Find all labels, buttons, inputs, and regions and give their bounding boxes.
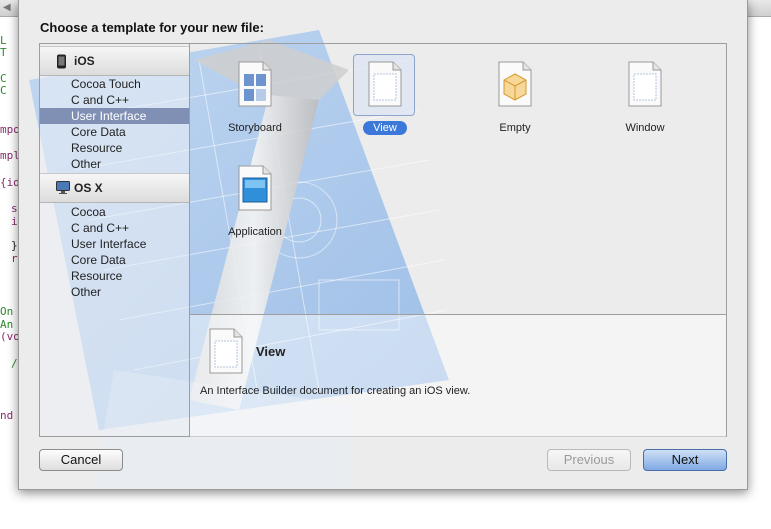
ios-device-icon <box>57 54 66 69</box>
dialog-title: Choose a template for your new file: <box>40 20 264 35</box>
template-storyboard[interactable]: Storyboard <box>207 48 303 138</box>
storyboard-icon <box>238 61 272 107</box>
sidebar-item-core-data[interactable]: Core Data <box>40 252 189 268</box>
template-detail-pane: View An Interface Builder document for c… <box>190 314 726 437</box>
template-label-wrap: View <box>337 121 433 135</box>
sidebar-item-label: C and C++ <box>71 93 130 107</box>
sidebar-item-user-interface[interactable]: User Interface <box>40 236 189 252</box>
template-label: Window <box>625 122 665 134</box>
code-line: } <box>11 239 18 252</box>
sidebar-item-cocoa[interactable]: Cocoa <box>40 204 189 220</box>
sidebar-item-c-and-cpp[interactable]: C and C++ <box>40 220 189 236</box>
code-line: mpo <box>0 123 20 136</box>
cancel-button[interactable]: Cancel <box>39 449 123 471</box>
window-file-icon <box>628 61 662 107</box>
template-window[interactable]: Window <box>597 48 693 138</box>
template-label: Application <box>228 226 282 238</box>
code-line: C <box>0 84 7 97</box>
sidebar-item-other[interactable]: Other <box>40 156 189 172</box>
sidebar-group-ios: iOS <box>40 46 189 76</box>
sidebar-item-label: User Interface <box>71 109 147 123</box>
code-line: (vo <box>0 330 20 343</box>
template-label: Storyboard <box>228 122 282 134</box>
template-label: View <box>363 121 407 135</box>
sidebar-item-label: Other <box>71 285 102 299</box>
sidebar-item-resource[interactable]: Resource <box>40 140 189 156</box>
sidebar-item-label: C and C++ <box>71 221 130 235</box>
sidebar-item-label: Resource <box>71 269 123 283</box>
template-label: Empty <box>499 122 531 134</box>
template-grid: Storyboard View Empty Window Application <box>190 44 726 314</box>
detail-title: View <box>256 344 286 359</box>
back-arrow-icon[interactable]: ◀ <box>3 2 11 13</box>
application-file-icon <box>238 165 272 211</box>
code-line: nd <box>0 409 14 422</box>
sidebar-item-cocoa-touch[interactable]: Cocoa Touch <box>40 76 189 92</box>
sidebar-group-label: OS X <box>74 181 103 195</box>
template-application[interactable]: Application <box>207 152 303 242</box>
template-empty[interactable]: Empty <box>467 48 563 138</box>
sidebar-item-label: Resource <box>71 141 123 155</box>
os-x-icon <box>56 181 70 194</box>
previous-button[interactable]: Previous <box>547 449 631 471</box>
next-button[interactable]: Next <box>643 449 727 471</box>
new-file-template-sheet: Choose a template for your new file: iOS… <box>18 0 748 490</box>
code-line: mpl <box>0 149 20 162</box>
sidebar-item-label: Other <box>71 157 102 171</box>
sidebar-group-os-x: OS X <box>40 173 189 203</box>
code-line: r <box>11 252 18 265</box>
sidebar-item-label: User Interface <box>71 237 147 251</box>
sidebar-item-other[interactable]: Other <box>40 284 189 300</box>
code-line: On <box>0 305 14 318</box>
sidebar-item-c-and-cpp[interactable]: C and C++ <box>40 92 189 108</box>
view-file-icon <box>368 61 402 107</box>
code-line: s <box>11 202 18 215</box>
code-line: T <box>0 46 7 59</box>
platform-category-sidebar[interactable]: iOS Cocoa Touch C and C++ User Interface… <box>40 44 190 436</box>
sidebar-item-core-data[interactable]: Core Data <box>40 124 189 140</box>
detail-description: An Interface Builder document for creati… <box>200 385 471 397</box>
sidebar-item-label: Core Data <box>71 253 126 267</box>
sidebar-item-label: Core Data <box>71 125 126 139</box>
empty-cube-icon <box>498 61 532 107</box>
sidebar-item-user-interface[interactable]: User Interface <box>40 108 189 124</box>
sidebar-group-label: iOS <box>74 54 95 68</box>
sidebar-item-label: Cocoa <box>71 205 106 219</box>
code-line: / <box>11 357 18 370</box>
template-chooser-panel: iOS Cocoa Touch C and C++ User Interface… <box>39 43 727 437</box>
sidebar-item-resource[interactable]: Resource <box>40 268 189 284</box>
code-line: {id <box>0 176 20 189</box>
sidebar-item-label: Cocoa Touch <box>71 77 141 91</box>
template-view[interactable]: View <box>337 48 433 138</box>
view-file-icon <box>209 328 243 374</box>
code-line: i <box>11 215 18 228</box>
